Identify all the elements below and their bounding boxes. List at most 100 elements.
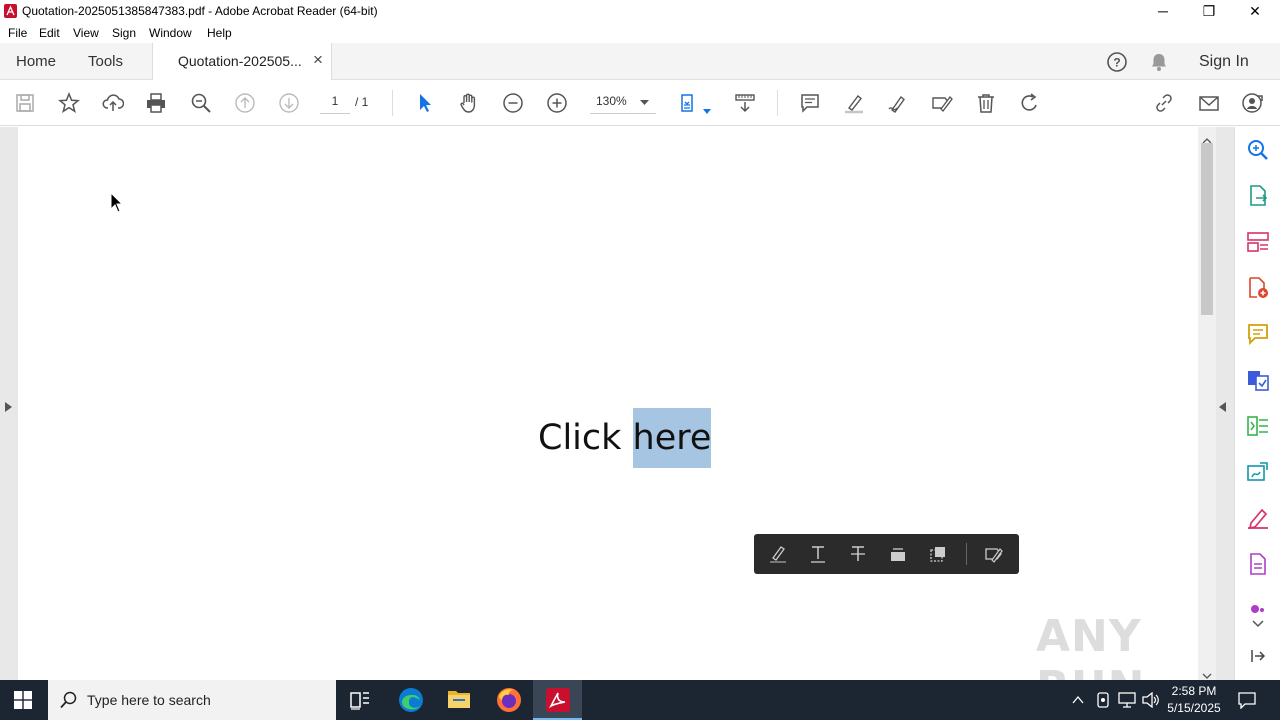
send-for-signature-icon[interactable]	[1246, 460, 1270, 484]
bookmark-star-icon[interactable]	[57, 91, 81, 115]
tab-bar: Home Tools Quotation-202505... × ? Sign …	[0, 43, 1280, 81]
scrolling-mode-icon[interactable]	[733, 91, 757, 115]
highlight-text-icon[interactable]	[768, 544, 788, 564]
zoom-level-value: 130%	[596, 94, 627, 108]
organize-pages-icon[interactable]	[1246, 230, 1270, 254]
file-explorer-icon[interactable]	[447, 688, 471, 715]
right-tools-pane	[1219, 127, 1280, 680]
page-text[interactable]: Click here	[538, 408, 712, 468]
comment-icon[interactable]	[798, 91, 822, 115]
tab-document-label: Quotation-202505...	[178, 53, 302, 69]
taskbar-search-box[interactable]: Type here to search	[48, 680, 336, 720]
zoom-level-select[interactable]: 130%	[590, 94, 656, 114]
floating-toolbar-divider	[966, 543, 967, 565]
menu-help[interactable]: Help	[207, 26, 232, 40]
device-status-icon[interactable]	[1096, 691, 1110, 714]
volume-icon[interactable]	[1142, 691, 1160, 713]
rotate-icon[interactable]	[1018, 91, 1042, 115]
acrobat-logo-icon	[4, 4, 17, 18]
document-viewport[interactable]: Click here ANY RUN	[0, 127, 1234, 713]
menu-edit[interactable]: Edit	[39, 26, 60, 40]
windows-taskbar: Type here to search 2:58 PM 5/15/2025	[0, 680, 1280, 720]
page-number-input[interactable]: 1	[320, 94, 350, 114]
scrollbar-thumb[interactable]	[1201, 143, 1213, 315]
menu-bar: File Edit View Sign Window Help	[0, 22, 1280, 43]
show-hidden-icons-chevron-icon[interactable]	[1072, 693, 1084, 711]
email-envelope-icon[interactable]	[1197, 91, 1221, 115]
menu-window[interactable]: Window	[149, 26, 192, 40]
toolbar: 1 / 1 130%	[0, 80, 1280, 126]
left-panel-toggle-icon[interactable]	[5, 399, 12, 417]
fit-page-dropdown-icon[interactable]	[703, 101, 711, 119]
previous-page-icon[interactable]	[233, 91, 257, 115]
windows-start-icon[interactable]	[14, 691, 32, 714]
select-cursor-icon[interactable]	[413, 91, 437, 115]
toolbar-divider	[392, 90, 393, 116]
page-text-selected[interactable]: here	[632, 408, 712, 468]
tab-close-icon[interactable]: ×	[313, 50, 323, 70]
text-selection-toolbar	[754, 534, 1019, 574]
edit-text-icon[interactable]	[984, 544, 1004, 564]
clock-date[interactable]: 5/15/2025	[1166, 701, 1222, 715]
toolbar-divider	[777, 90, 778, 116]
search-placeholder: Type here to search	[87, 692, 211, 708]
search-zoom-icon[interactable]	[1246, 138, 1270, 162]
page-text-plain[interactable]: Click	[538, 418, 633, 458]
create-pdf-icon[interactable]	[1246, 276, 1270, 300]
hand-tool-icon[interactable]	[457, 91, 481, 115]
menu-file[interactable]: File	[8, 26, 27, 40]
fill-sign-icon[interactable]	[930, 91, 954, 115]
menu-view[interactable]: View	[73, 26, 99, 40]
window-title: Quotation-2025051385847383.pdf - Adobe A…	[22, 4, 378, 18]
draw-freehand-icon[interactable]	[886, 91, 910, 115]
notification-center-icon[interactable]	[1238, 691, 1256, 714]
export-pdf-icon[interactable]	[1246, 184, 1270, 208]
zoom-search-icon[interactable]	[189, 91, 213, 115]
fill-and-sign-icon[interactable]	[1246, 506, 1270, 530]
strikethrough-text-icon[interactable]	[848, 544, 868, 564]
copy-text-icon[interactable]	[928, 544, 948, 564]
protect-pdf-icon[interactable]	[1246, 552, 1270, 576]
zoom-out-icon[interactable]	[501, 91, 525, 115]
collapse-pane-icon[interactable]	[1251, 649, 1266, 668]
delete-trash-icon[interactable]	[974, 91, 998, 115]
comment-tool-icon[interactable]	[1246, 322, 1270, 346]
next-page-icon[interactable]	[277, 91, 301, 115]
tab-document[interactable]: Quotation-202505... ×	[152, 43, 332, 81]
menu-sign[interactable]: Sign	[112, 26, 136, 40]
highlight-pen-icon[interactable]	[842, 91, 866, 115]
firefox-icon[interactable]	[496, 687, 522, 718]
acrobat-taskbar-button[interactable]	[533, 680, 582, 720]
svg-text:?: ?	[1113, 56, 1120, 70]
expand-tools-chevron-icon[interactable]	[1252, 615, 1264, 633]
vertical-scrollbar[interactable]	[1198, 127, 1216, 680]
pdf-page[interactable]: Click here	[18, 127, 1198, 680]
right-panel-toggle-icon[interactable]	[1219, 399, 1226, 417]
clock-time[interactable]: 2:58 PM	[1171, 684, 1217, 698]
upload-cloud-icon[interactable]	[101, 91, 125, 115]
search-icon	[60, 691, 78, 714]
combine-files-icon[interactable]	[1246, 368, 1270, 392]
save-icon[interactable]	[13, 91, 37, 115]
share-link-icon[interactable]	[1152, 91, 1176, 115]
edit-pdf-icon[interactable]	[1246, 414, 1270, 438]
edge-browser-icon[interactable]	[398, 687, 424, 718]
fit-page-icon[interactable]	[678, 91, 702, 115]
zoom-in-icon[interactable]	[545, 91, 569, 115]
tab-tools[interactable]: Tools	[88, 43, 123, 80]
restore-button[interactable]: ❐	[1186, 0, 1232, 22]
help-icon[interactable]: ?	[1106, 51, 1128, 78]
notification-bell-icon[interactable]	[1150, 52, 1168, 77]
tab-home[interactable]: Home	[16, 43, 56, 80]
underline-text-icon[interactable]	[808, 544, 828, 564]
redact-text-icon[interactable]	[888, 544, 908, 564]
minimize-button[interactable]: ─	[1140, 0, 1186, 22]
chevron-down-icon	[640, 100, 649, 105]
task-view-icon[interactable]	[350, 690, 370, 715]
mouse-cursor-icon	[110, 191, 124, 219]
print-icon[interactable]	[144, 91, 168, 115]
share-user-icon[interactable]	[1241, 91, 1265, 115]
sign-in-button[interactable]: Sign In	[1199, 43, 1249, 80]
network-icon[interactable]	[1118, 692, 1136, 713]
close-window-button[interactable]: ✕	[1232, 0, 1278, 22]
